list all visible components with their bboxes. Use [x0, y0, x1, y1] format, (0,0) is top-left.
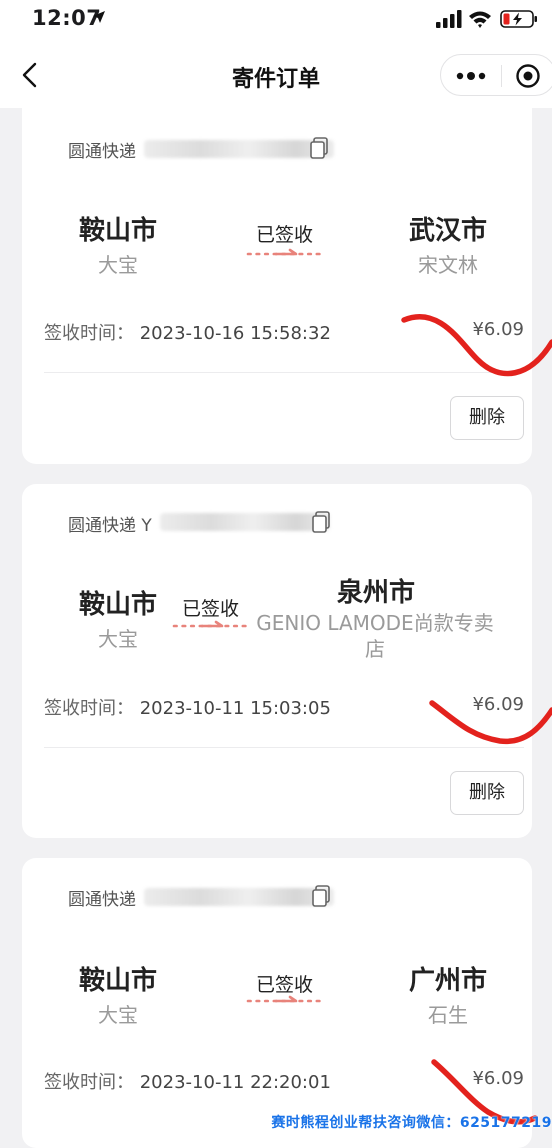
order-price: ¥6.09	[472, 1068, 524, 1089]
sign-time-label: 签收时间：	[44, 323, 134, 344]
order-card[interactable]: 圆通快递 Y 鞍山市 大宝 已签收 泉州市 GENIO LAMODE尚款专卖店 …	[22, 484, 532, 838]
watermark-text: 赛时熊程创业帮扶咨询微信：625177219	[271, 1115, 552, 1131]
sign-time-value: 2023-10-11 15:03:05	[139, 698, 331, 719]
card-divider	[44, 747, 524, 748]
wifi-icon	[469, 11, 491, 28]
sign-time-value: 2023-10-16 15:58:32	[139, 323, 331, 344]
more-dots-icon[interactable]	[455, 67, 487, 85]
battery-charging-icon	[500, 10, 537, 28]
direction-arrow-icon	[246, 995, 324, 1003]
status-time: 12:07	[32, 6, 102, 30]
order-card[interactable]: 圆通快递 鞍山市 大宝 已签收 武汉市 宋文林 签收时间： 2023-10-16…	[22, 106, 532, 464]
delete-button[interactable]: 删除	[450, 771, 524, 815]
copy-icon[interactable]	[312, 885, 330, 907]
nav-bar: 寄件订单	[0, 44, 552, 108]
to-person: 宋文林	[418, 253, 478, 277]
to-city: 武汉市	[408, 216, 487, 246]
copy-icon[interactable]	[310, 137, 328, 159]
from-person: 大宝	[98, 1003, 138, 1027]
from-person: 大宝	[98, 627, 138, 651]
direction-arrow-icon	[246, 248, 324, 256]
courier-name-text: 圆通快递	[68, 516, 136, 536]
courier-name: 圆通快递	[68, 142, 136, 162]
direction-arrow-icon	[172, 620, 250, 628]
mini-program-capsule	[440, 54, 552, 96]
from-person: 大宝	[98, 253, 138, 277]
order-status: 已签收	[256, 224, 314, 246]
sign-time-label: 签收时间：	[44, 698, 134, 719]
order-status: 已签收	[256, 974, 314, 996]
cellular-signal-icon	[436, 10, 462, 28]
location-arrow-icon	[93, 11, 105, 23]
sign-time: 签收时间： 2023-10-11 22:20:01	[44, 1068, 331, 1094]
order-card[interactable]: 圆通快递 鞍山市 大宝 已签收 广州市 石生 签收时间： 2023-10-11 …	[22, 858, 532, 1148]
card-divider	[44, 372, 524, 373]
sign-time-value: 2023-10-11 22:20:01	[139, 1072, 331, 1093]
sign-time: 签收时间： 2023-10-11 15:03:05	[44, 694, 331, 720]
tracking-number-blurred	[144, 140, 334, 158]
courier-name: 圆通快递	[68, 890, 136, 910]
tracking-number-blurred	[144, 888, 334, 906]
close-target-icon[interactable]	[515, 63, 541, 89]
delete-button[interactable]: 删除	[450, 396, 524, 440]
from-city: 鞍山市	[78, 590, 157, 620]
to-city: 泉州市	[336, 578, 415, 608]
to-city: 广州市	[408, 966, 487, 996]
tracking-number-blurred	[160, 513, 330, 531]
tracking-number-prefix: Y	[141, 516, 152, 536]
status-bar: 12:07	[0, 0, 552, 44]
sign-time-label: 签收时间：	[44, 1072, 134, 1093]
capsule-divider	[501, 65, 502, 87]
order-status: 已签收	[182, 598, 240, 620]
from-city: 鞍山市	[78, 966, 157, 996]
to-person: 石生	[428, 1003, 468, 1027]
to-person: GENIO LAMODE尚款专卖店	[256, 611, 494, 661]
courier-name: 圆通快递 Y	[68, 511, 152, 536]
copy-icon[interactable]	[312, 511, 330, 533]
from-city: 鞍山市	[78, 216, 157, 246]
sign-time: 签收时间： 2023-10-16 15:58:32	[44, 319, 331, 345]
order-price: ¥6.09	[472, 694, 524, 715]
order-price: ¥6.09	[472, 319, 524, 340]
